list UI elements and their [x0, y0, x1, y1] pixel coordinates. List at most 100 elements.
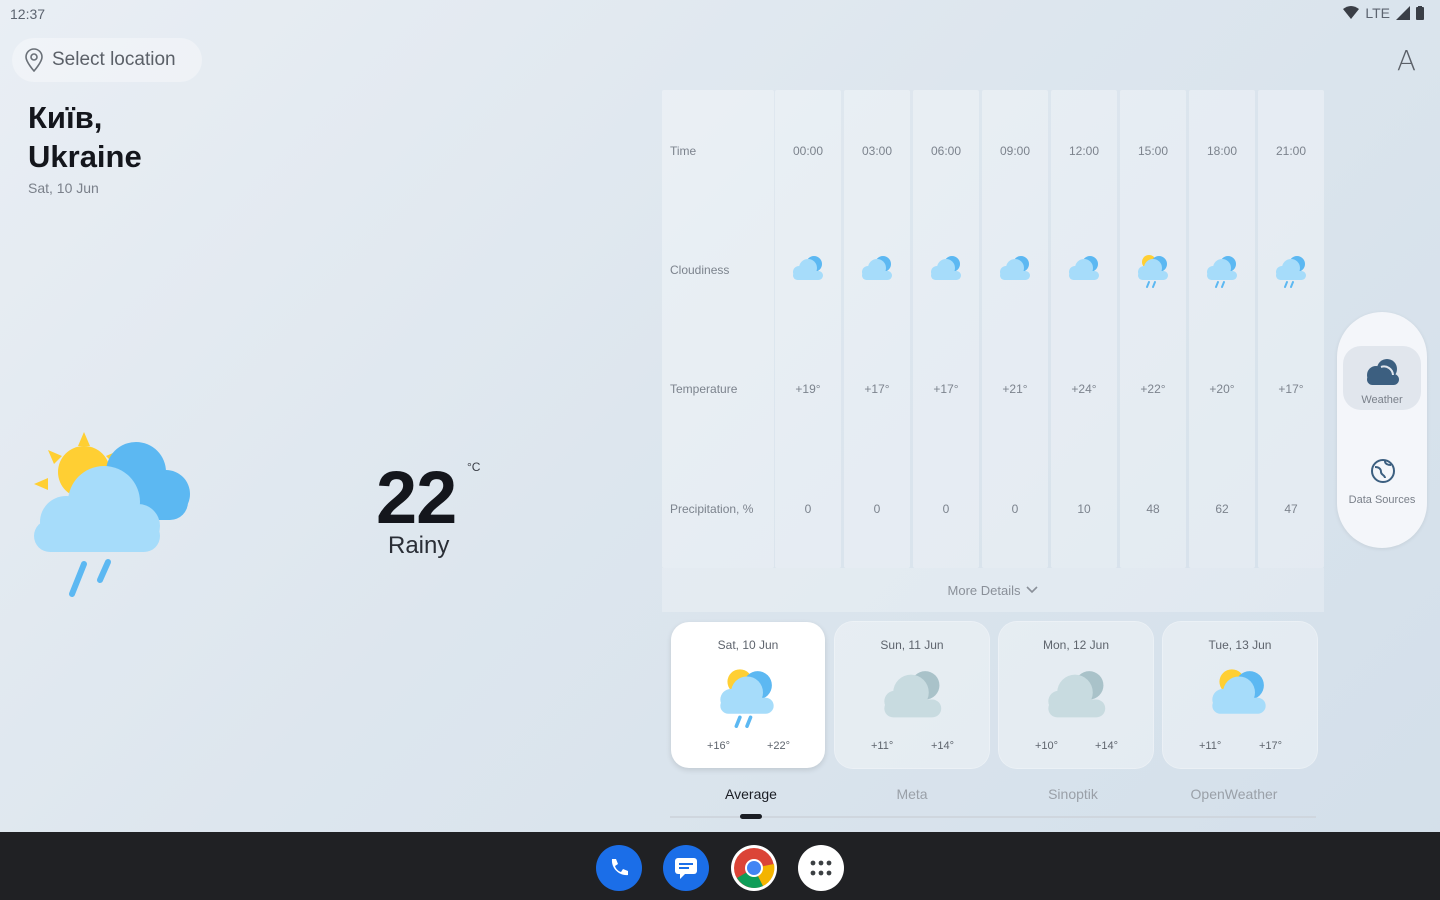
day-high-temp: +14°	[931, 740, 955, 752]
select-location-button[interactable]: Select location	[12, 38, 202, 82]
current-temperature: 22	[376, 456, 457, 539]
row-label-precipitation: Precipitation, %	[670, 502, 754, 516]
sun-cloud-rain-icon	[720, 669, 774, 728]
day-label: Tue, 13 Jun	[1208, 638, 1272, 652]
rail-label-weather: Weather	[1361, 394, 1403, 406]
app-drawer-icon[interactable]	[798, 845, 844, 891]
source-tabs: Average Meta Sinoptik OpenWeather	[670, 782, 1316, 822]
phone-app-icon[interactable]	[596, 845, 642, 891]
hour-time: 21:00	[1275, 144, 1307, 158]
hour-temperature: +21°	[1002, 382, 1028, 396]
hour-temperature: +17°	[1278, 382, 1304, 396]
sun-cloud-rain-icon	[1138, 255, 1168, 288]
rail-label-data-sources: Data Sources	[1348, 494, 1416, 506]
day-low-temp: +11°	[1199, 740, 1222, 752]
day-card[interactable]: Mon, 12 Jun +10° +14°	[999, 622, 1153, 768]
rail-item-data-sources[interactable]: Data Sources	[1343, 446, 1421, 510]
chevron-down-icon	[1026, 586, 1039, 594]
cloud-rain-icon	[1207, 256, 1237, 288]
tab-sinoptik[interactable]: Sinoptik	[992, 786, 1154, 802]
hour-time: 09:00	[999, 144, 1031, 158]
hour-column: 09:00 +21° 0	[982, 90, 1048, 568]
cloud-icon	[1367, 359, 1399, 385]
tab-average[interactable]: Average	[670, 786, 832, 802]
more-details-label: More Details	[947, 582, 1021, 598]
hour-precipitation: 62	[1215, 502, 1229, 516]
navigation-rail: Weather Data Sources	[1337, 312, 1427, 548]
hour-column: 21:00 +17° 47	[1258, 90, 1324, 568]
hour-column: 03:00 +17° 0	[844, 90, 910, 568]
messages-app-icon[interactable]	[663, 845, 709, 891]
hourly-table: Time Cloudiness Temperature Precipitatio…	[662, 90, 1324, 568]
wifi-icon	[1343, 6, 1360, 19]
hour-temperature: +19°	[795, 382, 821, 396]
tab-divider	[670, 816, 1316, 818]
more-details-button[interactable]: More Details	[662, 568, 1324, 612]
select-location-label: Select location	[52, 49, 176, 70]
temperature-unit: °C	[467, 460, 481, 474]
hour-time: 06:00	[930, 144, 962, 158]
tab-openweather[interactable]: OpenWeather	[1153, 786, 1315, 802]
day-low-temp: +11°	[871, 740, 894, 752]
sun-cloud-icon	[1212, 669, 1266, 714]
cloud-icon	[931, 256, 961, 280]
cloudy-icon	[1048, 671, 1106, 718]
sun-cloud-rain-icon	[34, 432, 190, 597]
day-high-temp: +22°	[767, 740, 791, 752]
hour-column: 00:00 +19° 0	[775, 90, 841, 568]
hour-precipitation: 48	[1146, 502, 1160, 516]
cloud-icon	[862, 256, 892, 280]
day-low-temp: +10°	[1035, 740, 1059, 752]
hour-precipitation: 0	[1011, 502, 1019, 516]
hour-column: 06:00 +17° 0	[913, 90, 979, 568]
city-name: Київ, Ukraine	[28, 100, 142, 174]
signal-icon	[1396, 6, 1410, 20]
hour-temperature: +20°	[1209, 382, 1235, 396]
day-label: Sun, 11 Jun	[880, 638, 944, 652]
hour-time: 00:00	[792, 144, 824, 158]
hour-time: 03:00	[861, 144, 893, 158]
current-date: Sat, 10 Jun	[28, 180, 99, 196]
system-navbar	[0, 832, 1440, 900]
chrome-app-icon[interactable]	[731, 845, 777, 891]
hour-column: 12:00 +24° 10	[1051, 90, 1117, 568]
day-low-temp: +16°	[707, 740, 731, 752]
network-label: LTE	[1365, 5, 1390, 21]
hour-time: 12:00	[1068, 144, 1100, 158]
row-label-cloudiness: Cloudiness	[670, 263, 730, 277]
cloudy-icon	[884, 671, 942, 718]
hour-precipitation: 10	[1077, 502, 1091, 516]
current-condition: Rainy	[388, 532, 450, 559]
hour-column: 18:00 +20° 62	[1189, 90, 1255, 568]
day-card[interactable]: Tue, 13 Jun +11° +17°	[1163, 622, 1317, 768]
hour-temperature: +17°	[933, 382, 959, 396]
globe-icon	[1371, 459, 1395, 483]
cloud-icon	[793, 256, 823, 280]
day-card[interactable]: Sat, 10 Jun +16° +22°	[671, 622, 825, 768]
hour-temperature: +17°	[864, 382, 890, 396]
hour-precipitation: 0	[942, 502, 950, 516]
tab-indicator	[740, 814, 762, 819]
day-label: Mon, 12 Jun	[1042, 638, 1110, 652]
day-high-temp: +17°	[1259, 740, 1283, 752]
tab-meta[interactable]: Meta	[831, 786, 993, 802]
hour-temperature: +22°	[1140, 382, 1166, 396]
status-bar: 12:37 LTE	[0, 0, 1440, 28]
hour-precipitation: 47	[1284, 502, 1298, 516]
font-size-button[interactable]: A	[1397, 44, 1416, 77]
day-label: Sat, 10 Jun	[717, 638, 779, 652]
cloud-rain-icon	[1276, 256, 1306, 288]
cloud-icon	[1000, 256, 1030, 280]
location-pin-icon	[25, 48, 43, 72]
hour-time: 18:00	[1206, 144, 1238, 158]
row-label-time: Time	[670, 144, 697, 158]
hour-precipitation: 0	[873, 502, 881, 516]
hour-temperature: +24°	[1071, 382, 1097, 396]
battery-icon	[1416, 6, 1424, 20]
row-label-temperature: Temperature	[670, 382, 738, 396]
rail-item-weather[interactable]: Weather	[1343, 346, 1421, 410]
day-card[interactable]: Sun, 11 Jun +11° +14°	[835, 622, 989, 768]
cloud-icon	[1069, 256, 1099, 280]
day-high-temp: +14°	[1095, 740, 1119, 752]
hour-precipitation: 0	[804, 502, 812, 516]
